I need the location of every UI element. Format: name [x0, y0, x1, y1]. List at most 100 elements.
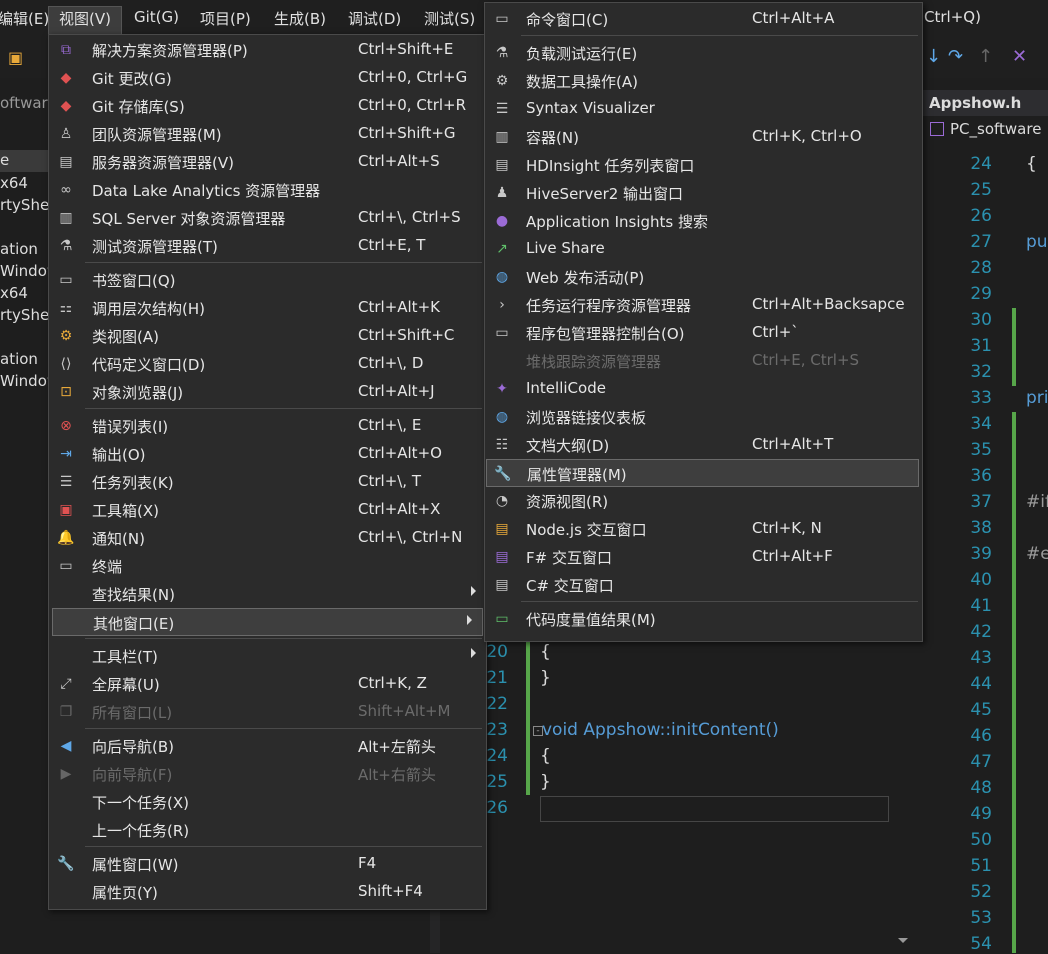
other-windows-menu-item-11[interactable]: ▭ 程序包管理器控制台(O) Ctrl+`: [485, 319, 922, 347]
view-menu-item-18[interactable]: ▭ 终端: [49, 552, 486, 580]
code-snippet[interactable]: #if: [1026, 492, 1048, 512]
view-menu-item-8[interactable]: ▭ 书签窗口(Q): [49, 266, 486, 294]
view-menu-item-0[interactable]: ⧉ 解决方案资源管理器(P) Ctrl+Shift+E: [49, 36, 486, 64]
view-menu-item-label: 所有窗口(L): [92, 704, 173, 722]
other-windows-menu-item-17[interactable]: ◔ 资源视图(R): [485, 487, 922, 515]
view-menu-item-19[interactable]: 查找结果(N): [49, 580, 486, 608]
other-windows-menu-item-16[interactable]: 🔧 属性管理器(M): [486, 459, 919, 487]
view-menu-item-label: 全屏幕(U): [92, 676, 160, 694]
view-menu-item-26[interactable]: 下一个任务(X): [49, 788, 486, 816]
view-menu-item-7[interactable]: ⚗ 测试资源管理器(T) Ctrl+E, T: [49, 232, 486, 260]
view-menu-item-13[interactable]: ⊗ 错误列表(I) Ctrl+\, E: [49, 412, 486, 440]
code-line[interactable]: {: [540, 642, 551, 662]
other-windows-menu-item-15[interactable]: ☷ 文档大纲(D) Ctrl+Alt+T: [485, 431, 922, 459]
menu-test[interactable]: 测试(S): [424, 8, 475, 29]
step-out-icon[interactable]: ↑: [978, 46, 993, 67]
other-windows-menu-item-20[interactable]: ▤ C# 交互窗口: [485, 571, 922, 599]
view-menu-item-label: 下一个任务(X): [92, 794, 189, 812]
other-windows-menu-item-19[interactable]: ▤ F# 交互窗口 Ctrl+Alt+F: [485, 543, 922, 571]
view-menu-item-25: ▶ 向前导航(F) Alt+右箭头: [49, 760, 486, 788]
view-menu-item-14[interactable]: ⇥ 输出(O) Ctrl+Alt+O: [49, 440, 486, 468]
menu-view[interactable]: 视图(V): [59, 8, 111, 29]
menu-edit[interactable]: 编辑(E): [0, 8, 49, 29]
view-menu-item-6[interactable]: ▥ SQL Server 对象资源管理器 Ctrl+\, Ctrl+S: [49, 204, 486, 232]
tree-item[interactable]: ation: [0, 350, 38, 368]
view-menu-item-shortcut: Ctrl+Alt+O: [358, 444, 442, 462]
tree-item[interactable]: ation: [0, 240, 38, 258]
other-windows-menu-item-14[interactable]: ◍ 浏览器链接仪表板: [485, 403, 922, 431]
line-number: 26: [970, 206, 992, 226]
other-windows-menu-item-3[interactable]: ☰ Syntax Visualizer: [485, 95, 922, 123]
code-line[interactable]: }: [540, 772, 551, 792]
code-line[interactable]: }: [540, 668, 551, 688]
view-menu-item-17[interactable]: 🔔 通知(N) Ctrl+\, Ctrl+N: [49, 524, 486, 552]
menu-git[interactable]: Git(G): [134, 8, 179, 26]
view-menu-item-4[interactable]: ▤ 服务器资源管理器(V) Ctrl+Alt+S: [49, 148, 486, 176]
view-menu-item-24[interactable]: ◀ 向后导航(B) Alt+左箭头: [49, 732, 486, 760]
other-windows-menu-item-4[interactable]: ▥ 容器(N) Ctrl+K, Ctrl+O: [485, 123, 922, 151]
view-menu-item-22[interactable]: ⤢ 全屏幕(U) Ctrl+K, Z: [49, 670, 486, 698]
view-menu-item-5[interactable]: ∞ Data Lake Analytics 资源管理器: [49, 176, 486, 204]
view-menu-item-16[interactable]: ▣ 工具箱(X) Ctrl+Alt+X: [49, 496, 486, 524]
step-over-icon[interactable]: ↷: [948, 46, 963, 67]
scroll-down-icon[interactable]: [898, 938, 908, 943]
step-into-icon[interactable]: ↓: [926, 46, 941, 67]
view-menu-item-1[interactable]: ◆ Git 更改(G) Ctrl+0, Ctrl+G: [49, 64, 486, 92]
view-menu-item-label: SQL Server 对象资源管理器: [92, 210, 286, 228]
menu-build[interactable]: 生成(B): [274, 8, 326, 29]
code-line[interactable]: {: [540, 746, 551, 766]
other-windows-menu-item-13[interactable]: ✦ IntelliCode: [485, 375, 922, 403]
code-snippet[interactable]: #e: [1026, 544, 1048, 564]
other-windows-menu-item-8[interactable]: ↗ Live Share: [485, 235, 922, 263]
code-snippet[interactable]: pu: [1026, 232, 1048, 252]
code-line-function[interactable]: void Appshow::initContent(): [542, 720, 779, 740]
view-menu-item-12[interactable]: ⊡ 对象浏览器(J) Ctrl+Alt+J: [49, 378, 486, 406]
scope-dropdown[interactable]: PC_software: [922, 116, 1048, 143]
view-menu-item-11[interactable]: ⟨⟩ 代码定义窗口(D) Ctrl+\, D: [49, 350, 486, 378]
view-menu-item-3[interactable]: ♙ 团队资源管理器(M) Ctrl+Shift+G: [49, 120, 486, 148]
view-menu-item-15[interactable]: ☰ 任务列表(K) Ctrl+\, T: [49, 468, 486, 496]
line-number: 49: [970, 804, 992, 824]
line-number: 46: [970, 726, 992, 746]
tree-item[interactable]: x64: [0, 284, 28, 302]
menu-separator: [521, 601, 918, 602]
notification-bell-icon: 🔔: [57, 530, 75, 546]
other-windows-menu-item-18[interactable]: ▤ Node.js 交互窗口 Ctrl+K, N: [485, 515, 922, 543]
menu-debug[interactable]: 调试(D): [348, 8, 401, 29]
view-menu-item-10[interactable]: ⚙ 类视图(A) Ctrl+Shift+C: [49, 322, 486, 350]
tab-appshow[interactable]: Appshow.h: [929, 94, 1021, 112]
menu-project[interactable]: 项目(P): [200, 8, 251, 29]
view-menu-item-29[interactable]: 属性页(Y) Shift+F4: [49, 878, 486, 906]
view-menu-item-21[interactable]: 工具栏(T): [49, 642, 486, 670]
code-snippet[interactable]: pri: [1026, 388, 1048, 408]
line-number: 48: [970, 778, 992, 798]
other-windows-menu-item-label: HiveServer2 输出窗口: [526, 185, 684, 203]
other-windows-menu-item-2[interactable]: ⚙ 数据工具操作(A): [485, 67, 922, 95]
view-menu-item-2[interactable]: ◆ Git 存储库(S) Ctrl+0, Ctrl+R: [49, 92, 486, 120]
task-list-icon: ☰: [59, 474, 73, 490]
tree-item[interactable]: x64: [0, 174, 28, 192]
tree-item[interactable]: e: [0, 151, 9, 169]
view-menu-item-9[interactable]: ⚏ 调用层次结构(H) Ctrl+Alt+K: [49, 294, 486, 322]
view-menu-item-shortcut: Ctrl+E, T: [358, 236, 426, 254]
view-menu-item-27[interactable]: 上一个任务(R): [49, 816, 486, 844]
vertical-scrollbar[interactable]: [896, 600, 910, 953]
other-windows-menu-item-1[interactable]: ⚗ 负载测试运行(E): [485, 39, 922, 67]
other-windows-menu-item-9[interactable]: ◍ Web 发布活动(P): [485, 263, 922, 291]
other-windows-menu-item-10[interactable]: › 任务运行程序资源管理器 Ctrl+Alt+Backsapce: [485, 291, 922, 319]
other-windows-menu-item-21[interactable]: ▭ 代码度量值结果(M): [485, 605, 922, 633]
other-windows-menu-item-5[interactable]: ▤ HDInsight 任务列表窗口: [485, 151, 922, 179]
hdinsight-icon: ▤: [495, 157, 509, 173]
other-windows-menu-item-6[interactable]: ♟ HiveServer2 输出窗口: [485, 179, 922, 207]
view-menu-item-28[interactable]: 🔧 属性窗口(W) F4: [49, 850, 486, 878]
view-menu-item-20[interactable]: 其他窗口(E): [52, 608, 483, 636]
view-menu-item-label: 书签窗口(Q): [92, 272, 176, 290]
breakpoint-icon[interactable]: ✕: [1012, 46, 1027, 67]
code-snippet[interactable]: {: [1026, 154, 1037, 174]
code-definition-icon: ⟨⟩: [60, 356, 72, 372]
view-menu-item-shortcut: Ctrl+Alt+X: [358, 500, 441, 518]
other-windows-menu-item-7[interactable]: ● Application Insights 搜索: [485, 207, 922, 235]
open-folder-icon[interactable]: ▣: [8, 48, 23, 67]
object-browser-icon: ⊡: [60, 384, 72, 400]
other-windows-menu-item-0[interactable]: ▭ 命令窗口(C) Ctrl+Alt+A: [485, 5, 922, 33]
